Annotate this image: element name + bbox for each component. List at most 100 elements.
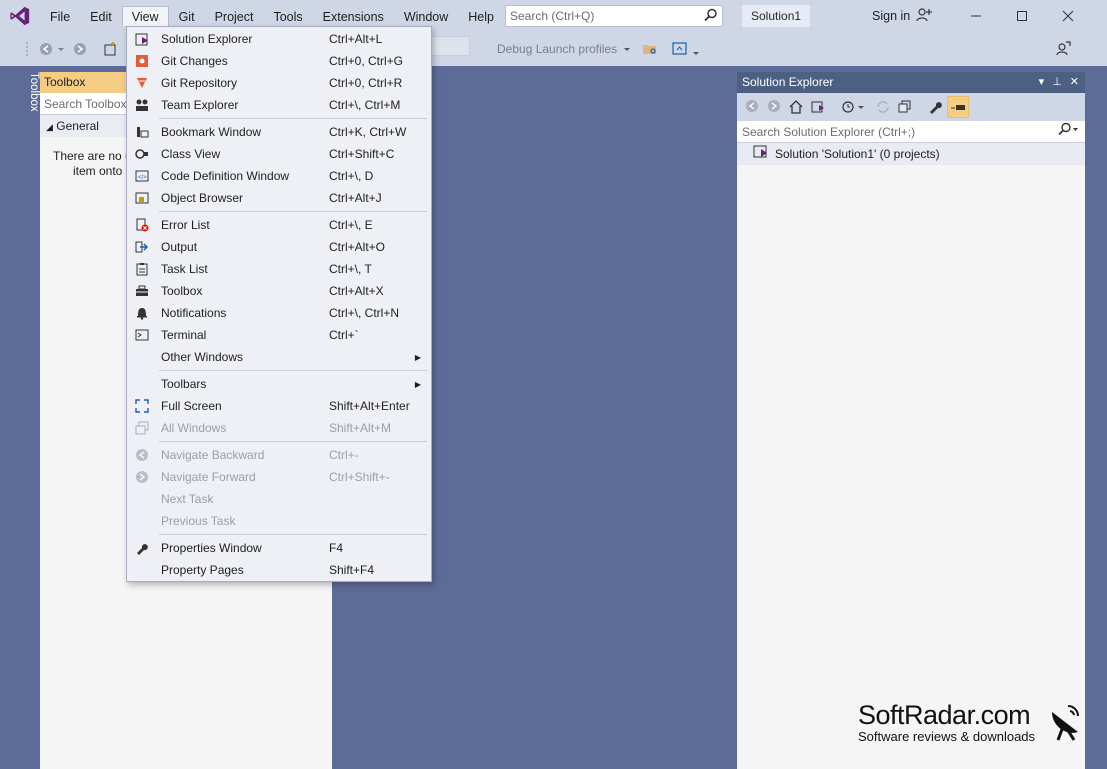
- solution-explorer-search-input[interactable]: Search Solution Explorer (Ctrl+;): [737, 121, 1085, 143]
- view-menu-item-next-task[interactable]: Next Task: [127, 488, 431, 510]
- menu-extensions[interactable]: Extensions: [313, 6, 394, 26]
- menu-item-label: Next Task: [161, 492, 214, 506]
- menu-help[interactable]: Help: [458, 6, 504, 26]
- menu-separator: [159, 370, 427, 371]
- menu-item-shortcut: Ctrl+Shift+C: [329, 147, 395, 161]
- view-menu-item-previous-task[interactable]: Previous Task: [127, 510, 431, 532]
- navigate-forward-button[interactable]: [72, 39, 88, 59]
- menu-project[interactable]: Project: [205, 6, 264, 26]
- view-menu-item-code-definition-window[interactable]: </> Code Definition Window Ctrl+\, D: [127, 165, 431, 187]
- menu-window[interactable]: Window: [394, 6, 458, 26]
- close-panel-icon[interactable]: ✕: [1070, 72, 1079, 93]
- menu-git[interactable]: Git: [169, 6, 205, 26]
- menu-view[interactable]: View: [121, 6, 169, 26]
- menu-icon-slot: [127, 559, 157, 581]
- menu-item-shortcut: Shift+F4: [329, 563, 375, 577]
- solution-explorer-header: Solution Explorer ▾ ⊥ ✕: [737, 72, 1085, 93]
- sign-in-button[interactable]: Sign in: [872, 0, 933, 32]
- view-menu-item-properties-window[interactable]: Properties Window F4: [127, 537, 431, 559]
- disabled-combo: [430, 36, 470, 56]
- expand-triangle-icon: ◢: [46, 122, 53, 132]
- search-input[interactable]: Search (Ctrl+Q): [505, 5, 723, 27]
- view-menu-item-terminal[interactable]: Terminal Ctrl+`: [127, 324, 431, 346]
- window-position-icon[interactable]: ▾: [1039, 72, 1045, 93]
- view-menu-item-git-repository[interactable]: Git Repository Ctrl+0, Ctrl+R: [127, 72, 431, 94]
- menu-file[interactable]: File: [40, 6, 80, 26]
- all-windows-icon: [127, 417, 157, 439]
- toolbox-group-label: General: [56, 119, 99, 133]
- view-menu-item-toolbars[interactable]: Toolbars ▶: [127, 373, 431, 395]
- properties-wrench-icon[interactable]: [927, 99, 943, 118]
- left-dock-strip: [14, 66, 40, 769]
- back-icon[interactable]: [745, 99, 759, 116]
- menu-item-label: Task List: [161, 262, 208, 276]
- view-menu-item-bookmark-window[interactable]: Bookmark Window Ctrl+K, Ctrl+W: [127, 121, 431, 143]
- debug-launch-profiles-button[interactable]: Debug Launch profiles: [497, 39, 632, 59]
- browser-icon: [672, 42, 699, 55]
- view-menu-item-navigate-backward[interactable]: Navigate Backward Ctrl+-: [127, 444, 431, 466]
- menu-item-shortcut: Shift+Alt+M: [329, 421, 392, 435]
- menu-edit[interactable]: Edit: [80, 6, 122, 26]
- view-menu-item-class-view[interactable]: Class View Ctrl+Shift+C: [127, 143, 431, 165]
- visual-studio-logo-icon: [0, 0, 40, 32]
- solution-explorer-toolbar: [737, 93, 1085, 121]
- view-menu-item-error-list[interactable]: Error List Ctrl+\, E: [127, 214, 431, 236]
- view-menu-item-property-pages[interactable]: Property Pages Shift+F4: [127, 559, 431, 581]
- maximize-button[interactable]: [999, 0, 1045, 32]
- refresh-icon[interactable]: [875, 99, 891, 118]
- terminal-icon: [127, 324, 157, 346]
- full-screen-icon: [127, 395, 157, 417]
- menu-separator: [159, 211, 427, 212]
- view-menu-item-object-browser[interactable]: Object Browser Ctrl+Alt+J: [127, 187, 431, 209]
- home-icon[interactable]: [788, 99, 804, 118]
- view-menu-item-solution-explorer[interactable]: Solution Explorer Ctrl+Alt+L: [127, 28, 431, 50]
- menu-item-label: Bookmark Window: [161, 125, 262, 139]
- search-icon[interactable]: [704, 8, 718, 25]
- view-menu-item-all-windows[interactable]: All Windows Shift+Alt+M: [127, 417, 431, 439]
- solution-explorer-title: Solution Explorer: [742, 75, 834, 89]
- view-menu-item-output[interactable]: Output Ctrl+Alt+O: [127, 236, 431, 258]
- live-share-icon: [1056, 41, 1071, 56]
- view-menu-item-notifications[interactable]: Notifications Ctrl+\, Ctrl+N: [127, 302, 431, 324]
- search-icon[interactable]: [1057, 121, 1079, 143]
- view-menu-item-team-explorer[interactable]: Team Explorer Ctrl+\, Ctrl+M: [127, 94, 431, 116]
- git-repository-icon: [127, 72, 157, 94]
- pin-icon[interactable]: ⊥: [1052, 72, 1062, 93]
- menu-item-shortcut: Ctrl+\, D: [329, 169, 374, 183]
- view-menu-item-other-windows[interactable]: Other Windows ▶: [127, 346, 431, 368]
- minimize-button[interactable]: [953, 0, 999, 32]
- view-menu-item-task-list[interactable]: Task List Ctrl+\, T: [127, 258, 431, 280]
- close-button[interactable]: [1045, 0, 1091, 32]
- pending-changes-filter-icon[interactable]: [841, 99, 867, 118]
- view-menu-item-toolbox[interactable]: Toolbox Ctrl+Alt+X: [127, 280, 431, 302]
- navigate-back-button[interactable]: [38, 39, 66, 59]
- view-menu-item-git-changes[interactable]: Git Changes Ctrl+0, Ctrl+G: [127, 50, 431, 72]
- view-menu-dropdown: Solution Explorer Ctrl+Alt+L Git Changes Ct…: [126, 26, 432, 582]
- forward-icon[interactable]: [767, 99, 781, 116]
- debug-profiles-label: Debug Launch profiles: [497, 42, 618, 56]
- menu-item-label: Navigate Backward: [161, 448, 265, 462]
- menu-item-shortcut: Ctrl+Alt+O: [329, 240, 386, 254]
- solution-name-badge: Solution1: [742, 5, 811, 27]
- new-project-button[interactable]: [102, 39, 118, 59]
- menu-item-shortcut: Ctrl+0, Ctrl+R: [329, 76, 403, 90]
- preview-selected-icon[interactable]: [947, 96, 969, 118]
- browse-button[interactable]: [672, 39, 700, 59]
- menu-item-shortcut: Ctrl+-: [329, 448, 359, 462]
- view-menu-item-full-screen[interactable]: Full Screen Shift+Alt+Enter: [127, 395, 431, 417]
- menu-item-label: Other Windows: [161, 350, 244, 364]
- menu-item-label: All Windows: [161, 421, 227, 435]
- solution-node-label: Solution 'Solution1' (0 projects): [775, 147, 940, 161]
- toolbox-side-tab[interactable]: Toolbox: [22, 68, 40, 114]
- menu-item-shortcut: Shift+Alt+Enter: [329, 399, 410, 413]
- menu-item-label: Toolbox: [161, 284, 203, 298]
- switch-views-icon[interactable]: [810, 99, 826, 118]
- collapse-all-icon[interactable]: [897, 99, 913, 118]
- menu-tools[interactable]: Tools: [263, 6, 312, 26]
- menu-item-label: Git Changes: [161, 54, 228, 68]
- view-menu-item-navigate-forward[interactable]: Navigate Forward Ctrl+Shift+-: [127, 466, 431, 488]
- solution-node[interactable]: Solution 'Solution1' (0 projects): [737, 143, 1085, 165]
- add-user-icon: [916, 7, 933, 26]
- open-folder-button[interactable]: [642, 39, 658, 59]
- live-share-button[interactable]: [1055, 39, 1071, 59]
